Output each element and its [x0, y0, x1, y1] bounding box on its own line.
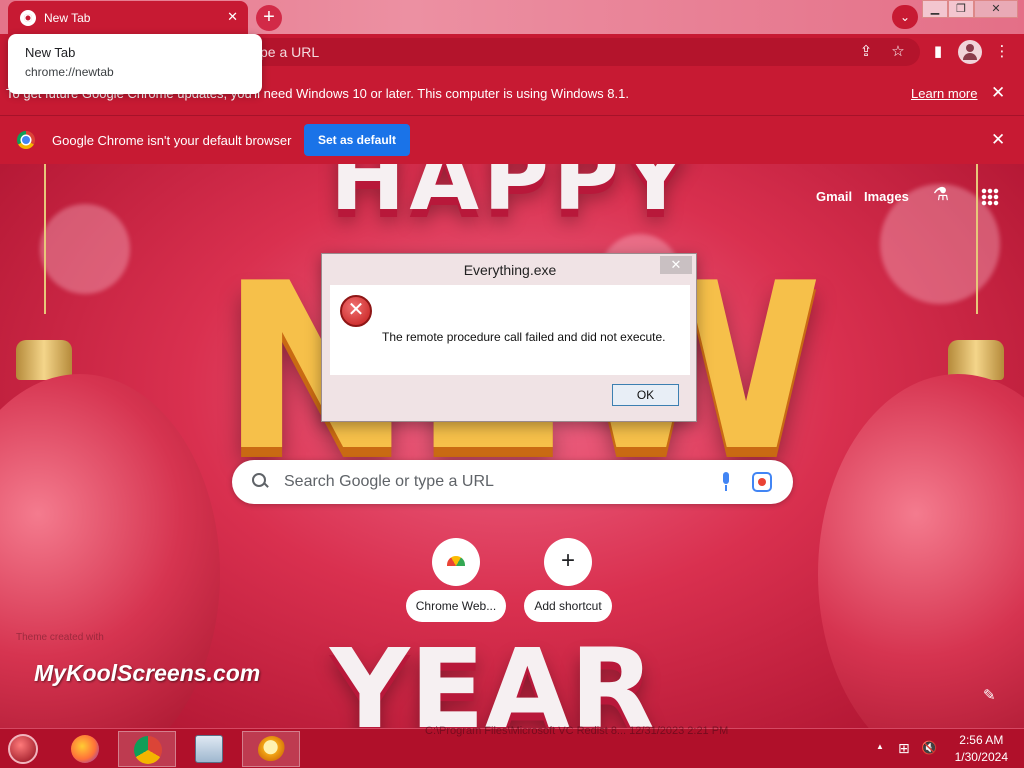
network-icon[interactable]: ⊞: [898, 740, 910, 757]
ntp-search-box[interactable]: Search Google or type a URL: [232, 460, 793, 504]
new-tab-button[interactable]: +: [256, 5, 282, 31]
chrome-logo-icon: [17, 131, 35, 149]
bookmark-star-icon[interactable]: ☆: [888, 42, 908, 62]
update-infobar-close-icon[interactable]: ✕: [991, 83, 1005, 103]
taskbar: C:\Program Files\Microsoft VC Redist 8..…: [0, 725, 1024, 768]
ntp-background: HAPPY NEW YEAR: [0, 164, 1024, 728]
taskbar-task-manager[interactable]: [180, 731, 238, 767]
task-manager-icon: [195, 735, 223, 763]
clock[interactable]: 2:56 AM 1/30/2024: [955, 733, 1008, 764]
chrome-menu-icon[interactable]: ⋮: [992, 42, 1012, 62]
share-icon[interactable]: ⇪: [856, 42, 876, 62]
firefox-icon: [71, 735, 99, 763]
volume-muted-icon[interactable]: 🔇: [921, 740, 937, 756]
default-browser-close-icon[interactable]: ✕: [991, 130, 1005, 150]
shortcut-label: Add shortcut: [524, 590, 612, 622]
tray-show-hidden-icon[interactable]: ▲: [876, 742, 884, 751]
search-icon: [250, 471, 270, 491]
taskbar-chrome[interactable]: [118, 731, 176, 767]
everything-search-icon: [258, 736, 286, 764]
learn-more-link[interactable]: Learn more: [911, 86, 977, 101]
hover-card-url: chrome://newtab: [25, 65, 114, 79]
default-browser-infobar: Google Chrome isn't your default browser…: [0, 116, 1024, 164]
labs-flask-icon[interactable]: ⚗: [930, 184, 952, 208]
start-orb-icon[interactable]: [8, 734, 38, 764]
google-lens-icon[interactable]: [752, 472, 772, 492]
customize-pencil-icon[interactable]: ✎: [983, 686, 1001, 704]
error-icon: ✕: [340, 295, 372, 327]
window-controls: ▁ ❐ ✕: [922, 0, 1018, 18]
gmail-link[interactable]: Gmail: [816, 189, 852, 204]
error-dialog: Everything.exe ✕ ✕ The remote procedure …: [321, 253, 697, 422]
google-apps-grid-icon[interactable]: [981, 188, 999, 206]
omnibox[interactable]: pe a URL: [240, 38, 920, 66]
taskbar-everything[interactable]: [242, 731, 300, 767]
side-panel-icon[interactable]: ▮: [928, 42, 948, 62]
dialog-close-button[interactable]: ✕: [660, 256, 692, 274]
tab-new-tab[interactable]: New Tab ✕: [8, 1, 248, 34]
ok-button[interactable]: OK: [612, 384, 679, 406]
tab-strip: New Tab ✕ + ⌄ ▁ ❐ ✕: [0, 0, 1024, 34]
clock-time: 2:56 AM: [959, 733, 1004, 747]
restore-button[interactable]: ❐: [948, 0, 974, 18]
tab-hover-card: New Tab chrome://newtab: [8, 34, 262, 94]
chrome-icon: [134, 736, 162, 764]
dialog-body: ✕ The remote procedure call failed and d…: [330, 285, 690, 375]
default-browser-message: Google Chrome isn't your default browser: [52, 133, 292, 148]
chrome-favicon-icon: [20, 9, 36, 26]
minimize-button[interactable]: ▁: [922, 0, 948, 18]
taskbar-faint-text: C:\Program Files\Microsoft VC Redist 8..…: [425, 725, 729, 737]
theme-credit-text[interactable]: Theme created with: [16, 632, 104, 643]
tab-title: New Tab: [44, 10, 91, 25]
chrome-web-store-icon: [432, 538, 480, 586]
tab-close-icon[interactable]: ✕: [227, 9, 238, 25]
watermark: MyKoolScreens.com: [34, 660, 261, 686]
shortcut-tile-add[interactable]: + Add shortcut: [512, 538, 624, 622]
dialog-message: The remote procedure call failed and did…: [382, 330, 666, 344]
plus-icon: +: [544, 538, 592, 586]
shortcut-tile-chrome-web-store[interactable]: Chrome Web...: [400, 538, 512, 622]
profile-avatar-icon[interactable]: [958, 40, 982, 64]
images-link[interactable]: Images: [864, 189, 909, 204]
clock-date: 1/30/2024: [954, 750, 1008, 764]
bg-letters-bottom: YEAR: [330, 625, 655, 728]
hover-card-title: New Tab: [25, 45, 76, 60]
shortcut-label: Chrome Web...: [405, 590, 507, 622]
tab-search-button[interactable]: ⌄: [892, 5, 918, 29]
set-as-default-button[interactable]: Set as default: [304, 124, 410, 156]
dialog-title: Everything.exe: [463, 262, 557, 278]
voice-search-mic-icon[interactable]: [720, 472, 732, 492]
bg-letters-top: HAPPY: [330, 164, 693, 231]
search-placeholder: Search Google or type a URL: [284, 473, 494, 490]
window-close-button[interactable]: ✕: [974, 0, 1018, 18]
taskbar-firefox[interactable]: [56, 731, 114, 767]
